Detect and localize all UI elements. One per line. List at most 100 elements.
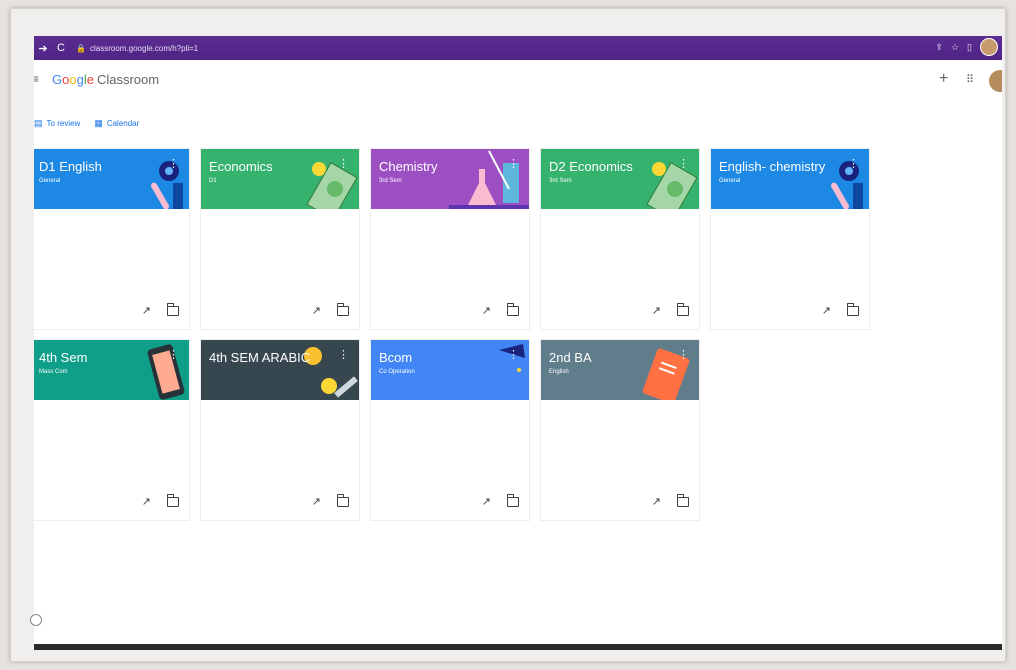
folder-icon[interactable]: [336, 494, 349, 507]
phone-icon: [139, 340, 189, 400]
trending-icon[interactable]: ↗: [482, 304, 491, 317]
trending-icon[interactable]: ↗: [142, 304, 151, 317]
browser-toolbar: ➔ C 🔒 classroom.google.com/h?pli=1 ⇪ ☆ ▯: [34, 36, 1002, 60]
class-card[interactable]: 4th SEM ARABIC ⋮ ↗: [200, 339, 360, 521]
more-options-icon[interactable]: ⋮: [338, 350, 349, 361]
folder-icon[interactable]: [676, 494, 689, 507]
class-title[interactable]: D2 Economics: [549, 159, 633, 174]
money-icon: [299, 149, 359, 209]
class-card-header[interactable]: Bcom Co Operation ⋮: [371, 340, 529, 400]
trending-icon[interactable]: ↗: [822, 304, 831, 317]
class-section: English: [549, 369, 569, 375]
class-card-header[interactable]: 4th Sem Mass Com ⋮: [34, 340, 189, 400]
class-card-footer: ↗: [142, 494, 179, 508]
robot-icon: [139, 149, 189, 209]
trending-icon[interactable]: ↗: [482, 495, 491, 508]
reload-icon[interactable]: C: [52, 42, 70, 54]
app-header: ≡ Google Classroom + ⠿: [34, 60, 1002, 102]
class-card-footer: ↗: [312, 303, 349, 317]
class-card[interactable]: Economics D1 ⋮ ↗: [200, 148, 360, 330]
star-icon[interactable]: ☆: [951, 42, 959, 53]
trending-icon[interactable]: ↗: [312, 304, 321, 317]
class-section: General: [39, 178, 61, 184]
class-title[interactable]: Chemistry: [379, 159, 438, 174]
class-card[interactable]: Chemistry 3rd Sem ⋮ ↗: [370, 148, 530, 330]
class-title[interactable]: 4th SEM ARABIC: [209, 350, 310, 365]
class-card-header[interactable]: 2nd BA English ⋮: [541, 340, 699, 400]
class-section: Mass Com: [39, 369, 68, 375]
folder-icon[interactable]: [336, 303, 349, 316]
account-avatar[interactable]: [989, 70, 1002, 92]
class-card-footer: ↗: [652, 494, 689, 508]
class-title[interactable]: Economics: [209, 159, 273, 174]
trending-icon[interactable]: ↗: [142, 495, 151, 508]
robot-icon: [819, 149, 869, 209]
class-card[interactable]: 4th Sem Mass Com ⋮ ↗: [34, 339, 190, 521]
trending-icon[interactable]: ↗: [652, 304, 661, 317]
trending-icon[interactable]: ↗: [652, 495, 661, 508]
class-card[interactable]: D2 Economics 3rd Sem ⋮ ↗: [540, 148, 700, 330]
browser-window: ➔ C 🔒 classroom.google.com/h?pli=1 ⇪ ☆ ▯…: [34, 36, 1002, 650]
review-icon: ▤: [34, 118, 43, 128]
class-card[interactable]: Bcom Co Operation ⋮ ↗: [370, 339, 530, 521]
class-card-header[interactable]: 4th SEM ARABIC ⋮: [201, 340, 359, 400]
class-section: General: [719, 178, 741, 184]
quick-links: ▤ To review ▦ Calendar: [34, 118, 139, 129]
more-options-icon[interactable]: ⋮: [168, 350, 179, 361]
class-card-header[interactable]: D2 Economics 3rd Sem ⋮: [541, 149, 699, 209]
calendar-link[interactable]: ▦ Calendar: [94, 118, 139, 129]
class-card-header[interactable]: Economics D1 ⋮: [201, 149, 359, 209]
forward-icon[interactable]: ➔: [34, 42, 52, 55]
class-card-footer: ↗: [142, 303, 179, 317]
class-section: 3rd Sem: [379, 178, 402, 184]
menu-icon[interactable]: ≡: [34, 72, 39, 86]
address-bar[interactable]: classroom.google.com/h?pli=1: [90, 44, 198, 53]
class-card-footer: ↗: [312, 494, 349, 508]
more-options-icon[interactable]: ⋮: [338, 159, 349, 170]
folder-icon[interactable]: [166, 303, 179, 316]
folder-icon[interactable]: [506, 494, 519, 507]
to-review-link[interactable]: ▤ To review: [34, 118, 80, 129]
class-title[interactable]: Bcom: [379, 350, 412, 365]
folder-icon[interactable]: [506, 303, 519, 316]
class-card-footer: ↗: [652, 303, 689, 317]
class-card[interactable]: D1 English General ⋮ ↗: [34, 148, 190, 330]
class-section: D1: [209, 178, 217, 184]
google-classroom-logo[interactable]: Google Classroom: [52, 72, 159, 87]
lock-icon: 🔒: [76, 43, 86, 53]
folder-icon[interactable]: [166, 494, 179, 507]
money-icon: [639, 149, 699, 209]
browser-profile-avatar[interactable]: [980, 38, 998, 56]
class-title[interactable]: 4th Sem: [39, 350, 87, 365]
class-section: Co Operation: [379, 369, 415, 375]
class-card[interactable]: English- chemistry General ⋮ ↗: [710, 148, 870, 330]
sidepanel-icon[interactable]: ▯: [967, 42, 972, 53]
more-options-icon[interactable]: ⋮: [678, 159, 689, 170]
class-card[interactable]: 2nd BA English ⋮ ↗: [540, 339, 700, 521]
taskbar: [34, 644, 1002, 650]
class-card-footer: ↗: [482, 494, 519, 508]
class-card-header[interactable]: D1 English General ⋮: [34, 149, 189, 209]
more-options-icon[interactable]: ⋮: [508, 159, 519, 170]
class-card-header[interactable]: Chemistry 3rd Sem ⋮: [371, 149, 529, 209]
more-options-icon[interactable]: ⋮: [848, 159, 859, 170]
folder-icon[interactable]: [676, 303, 689, 316]
folder-icon[interactable]: [846, 303, 859, 316]
trending-icon[interactable]: ↗: [312, 495, 321, 508]
class-title[interactable]: D1 English: [39, 159, 102, 174]
calendar-icon: ▦: [94, 118, 103, 128]
class-title[interactable]: 2nd BA: [549, 350, 592, 365]
class-card-footer: ↗: [482, 303, 519, 317]
more-options-icon[interactable]: ⋮: [678, 350, 689, 361]
add-class-icon[interactable]: +: [939, 70, 948, 88]
more-options-icon[interactable]: ⋮: [508, 350, 519, 361]
more-options-icon[interactable]: ⋮: [168, 159, 179, 170]
class-section: 3rd Sem: [549, 178, 572, 184]
apps-grid-icon[interactable]: ⠿: [966, 73, 974, 86]
share-icon[interactable]: ⇪: [935, 42, 943, 53]
help-icon[interactable]: [30, 614, 42, 626]
class-title[interactable]: English- chemistry: [719, 159, 825, 174]
coin-icon: [299, 340, 359, 400]
class-card-footer: ↗: [822, 303, 859, 317]
class-card-header[interactable]: English- chemistry General ⋮: [711, 149, 869, 209]
